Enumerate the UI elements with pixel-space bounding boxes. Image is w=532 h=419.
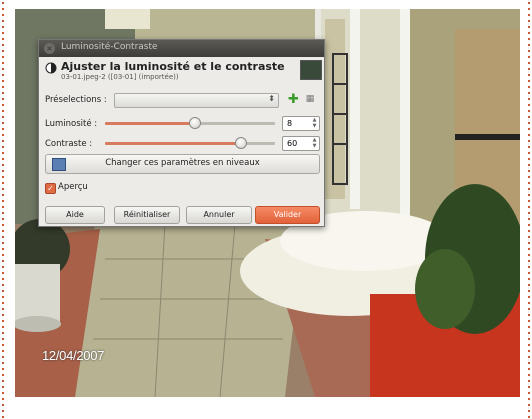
- chevron-updown-icon: ⬍: [268, 94, 275, 103]
- spin-arrows-icon[interactable]: ▲ ▼: [311, 137, 318, 150]
- brightness-contrast-dialog: × Luminosité-Contraste Ajuster la lumino…: [38, 39, 325, 227]
- reset-button[interactable]: Réinitialiser: [114, 206, 180, 224]
- help-button[interactable]: Aide: [45, 206, 105, 224]
- image-thumbnail: [300, 60, 322, 80]
- brightness-slider-track: [195, 122, 275, 125]
- ok-button[interactable]: Valider: [255, 206, 320, 224]
- dialog-heading: Ajuster la luminosité et le contraste: [61, 60, 285, 73]
- contrast-value: 60: [287, 139, 298, 148]
- contrast-slider[interactable]: [105, 136, 275, 150]
- close-icon[interactable]: ×: [44, 43, 55, 54]
- page-frame: 12/04/2007 × Luminosité-Contraste Ajuste…: [0, 0, 532, 419]
- contrast-slider-handle[interactable]: [235, 137, 247, 149]
- edit-as-levels-button[interactable]: Changer ces paramètres en niveaux: [45, 154, 320, 174]
- cancel-button[interactable]: Annuler: [186, 206, 252, 224]
- dotted-border-left: [0, 0, 6, 419]
- brightness-slider-fill: [105, 122, 195, 125]
- edit-as-levels-label: Changer ces paramètres en niveaux: [105, 158, 260, 168]
- photo-date-stamp: 12/04/2007: [42, 348, 105, 363]
- dialog-subheading: 03-01.jpeg-2 ([03-01] (importée)): [61, 73, 179, 81]
- contrast-label: Contraste :: [45, 139, 93, 149]
- brightness-label: Luminosité :: [45, 119, 98, 129]
- brightness-slider-handle[interactable]: [189, 117, 201, 129]
- presets-label: Préselections :: [45, 95, 107, 105]
- window-title: Luminosité-Contraste: [61, 42, 158, 52]
- contrast-spinbox[interactable]: 60 ▲ ▼: [282, 136, 320, 151]
- preview-label[interactable]: Aperçu: [58, 182, 88, 192]
- brightness-contrast-icon: [45, 62, 57, 74]
- dialog-titlebar[interactable]: × Luminosité-Contraste: [39, 40, 324, 57]
- preview-checkbox[interactable]: ✓: [45, 183, 56, 194]
- brightness-slider[interactable]: [105, 116, 275, 130]
- manage-presets-icon[interactable]: ▦: [305, 94, 315, 104]
- add-preset-icon[interactable]: ✚: [287, 93, 300, 106]
- dotted-border-right: [526, 0, 532, 419]
- spin-arrows-icon[interactable]: ▲ ▼: [311, 117, 318, 130]
- contrast-slider-fill: [105, 142, 241, 145]
- presets-combo[interactable]: ⬍: [114, 93, 279, 108]
- brightness-value: 8: [287, 119, 293, 128]
- brightness-spinbox[interactable]: 8 ▲ ▼: [282, 116, 320, 131]
